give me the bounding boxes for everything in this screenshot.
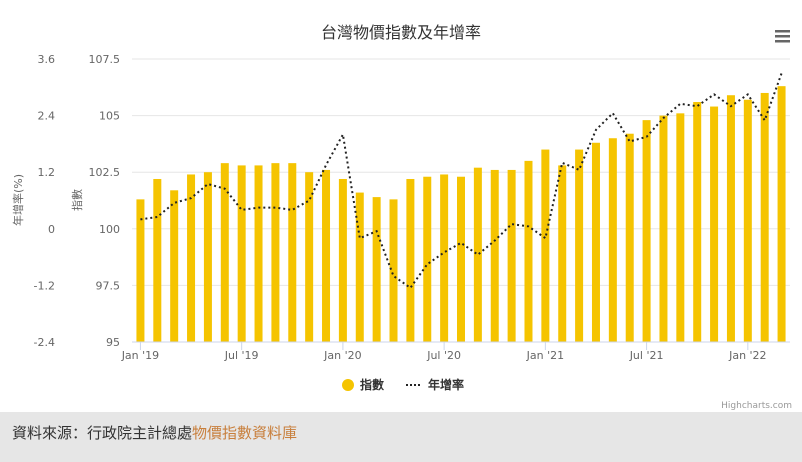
x-tick-label: Jul '20 [426, 349, 461, 362]
left-axis-ticks: 3.6 2.4 1.2 0 -1.2 -2.4 [34, 53, 55, 349]
bar[interactable] [608, 138, 617, 342]
bar[interactable] [777, 86, 786, 342]
bar[interactable] [372, 197, 381, 342]
bar[interactable] [760, 92, 769, 343]
legend-item-index[interactable]: 指數 [342, 377, 384, 392]
bar[interactable] [288, 163, 297, 342]
bar[interactable] [406, 178, 415, 342]
left-axis-title: 年增率(%) [11, 174, 25, 226]
legend-growth-label: 年增率 [428, 377, 464, 392]
index-axis-title: 指數 [70, 189, 84, 211]
x-tick-label: Jan '21 [526, 349, 564, 362]
bar[interactable] [625, 133, 634, 342]
bar[interactable] [524, 160, 533, 342]
bar[interactable] [322, 169, 331, 342]
credits-link[interactable]: Highcharts.com [721, 401, 792, 411]
bar[interactable] [423, 176, 432, 342]
bar[interactable] [490, 169, 499, 342]
bar[interactable] [136, 199, 145, 342]
bar[interactable] [710, 106, 719, 342]
bar[interactable] [558, 165, 567, 342]
index-tick-label: 107.5 [89, 53, 121, 66]
chart-title: 台灣物價指數及年增率 [321, 23, 481, 42]
chart-area: 台灣物價指數及年增率 3.62.41.20-1.2-2.4 107.510510… [11, 23, 794, 411]
source-label: 資料來源：行政院主計總處 [12, 424, 193, 442]
bar[interactable] [575, 149, 584, 342]
bar[interactable] [541, 149, 550, 342]
legend-index-marker [342, 379, 354, 391]
bar[interactable] [726, 95, 735, 342]
bar[interactable] [693, 102, 702, 343]
bar-series [136, 86, 786, 343]
source-link[interactable]: 物價指數資料庫 [192, 424, 297, 442]
bar[interactable] [220, 163, 229, 342]
index-tick-label: 100 [99, 223, 120, 236]
bar[interactable] [389, 199, 398, 342]
x-tick-label: Jan '22 [728, 349, 766, 362]
left-tick-label: -2.4 [34, 336, 55, 349]
bar[interactable] [676, 113, 685, 342]
left-tick-label: 0 [48, 223, 55, 236]
bar[interactable] [659, 115, 668, 342]
bar[interactable] [440, 174, 449, 342]
bar[interactable] [153, 178, 162, 342]
bar[interactable] [743, 99, 752, 342]
bar[interactable] [254, 165, 263, 342]
source-footer: 資料來源：行政院主計總處物價指數資料庫 [0, 412, 802, 462]
bar[interactable] [355, 192, 364, 342]
bar[interactable] [591, 142, 600, 342]
x-tick-label: Jan '20 [323, 349, 361, 362]
bar[interactable] [473, 167, 482, 342]
left-tick-label: 1.2 [38, 166, 56, 179]
legend-index-label: 指數 [360, 377, 384, 392]
bar[interactable] [237, 165, 246, 342]
legend-item-growth[interactable]: 年增率 [406, 377, 464, 392]
bar[interactable] [170, 190, 179, 342]
hamburger-menu-icon[interactable] [770, 24, 794, 46]
index-tick-label: 105 [99, 110, 120, 123]
legend: 指數 年增率 [342, 377, 464, 392]
left-tick-label: 2.4 [38, 110, 56, 123]
bar[interactable] [305, 172, 314, 342]
bar[interactable] [271, 163, 280, 342]
x-tick-label: Jul '21 [629, 349, 664, 362]
x-tick-label: Jan '19 [121, 349, 159, 362]
index-tick-label: 97.5 [96, 279, 121, 292]
index-tick-label: 95 [106, 336, 120, 349]
left-tick-label: -1.2 [34, 279, 55, 292]
bar[interactable] [457, 176, 465, 342]
bar[interactable] [642, 120, 651, 343]
bar[interactable] [507, 169, 516, 342]
index-tick-label: 102.5 [89, 166, 121, 179]
index-axis-ticks: 107.5 105 102.5 100 97.5 95 [89, 53, 121, 349]
bar[interactable] [187, 174, 196, 342]
bar[interactable] [338, 178, 347, 342]
bar[interactable] [203, 172, 212, 342]
x-axis-ticks: Jan '19 Jul '19 Jan '20 Jul '20 Jan '21 Jul '… [121, 342, 767, 362]
left-tick-label: 3.6 [38, 53, 56, 66]
x-tick-label: Jul '19 [224, 349, 259, 362]
